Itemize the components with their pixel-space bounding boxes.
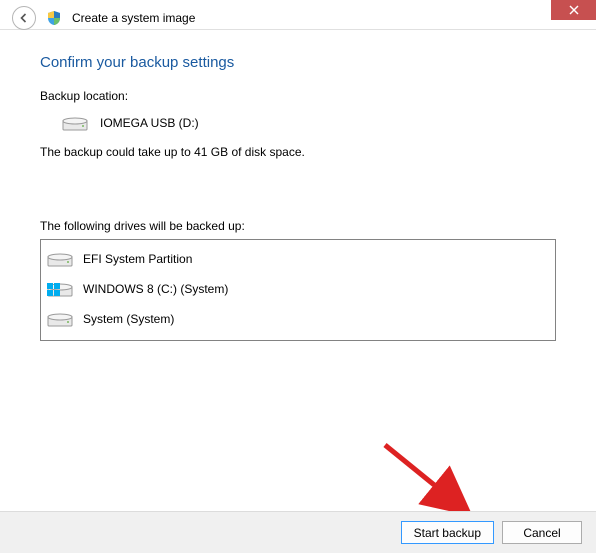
backup-location-row: IOMEGA USB (D:) — [40, 113, 556, 133]
drive-name: EFI System Partition — [83, 252, 192, 266]
window-title: Create a system image — [72, 11, 195, 25]
drives-list: EFI System Partition WINDOWS 8 (C:) (Sys… — [40, 239, 556, 341]
backup-location-value: IOMEGA USB (D:) — [100, 116, 199, 130]
start-backup-button[interactable]: Start backup — [401, 521, 494, 544]
hard-drive-icon — [62, 113, 88, 133]
wizard-content: Confirm your backup settings Backup loca… — [0, 30, 596, 341]
shield-icon — [46, 10, 62, 26]
list-item: EFI System Partition — [47, 244, 549, 274]
drive-name: System (System) — [83, 312, 174, 326]
page-heading: Confirm your backup settings — [40, 54, 556, 71]
hard-drive-icon — [47, 309, 73, 329]
list-item: System (System) — [47, 304, 549, 334]
wizard-footer: Start backup Cancel — [0, 511, 596, 553]
backup-location-label: Backup location: — [40, 89, 556, 103]
windows-drive-icon — [47, 279, 73, 299]
list-item: WINDOWS 8 (C:) (System) — [47, 274, 549, 304]
hard-drive-icon — [47, 249, 73, 269]
back-button[interactable] — [12, 6, 36, 30]
drive-name: WINDOWS 8 (C:) (System) — [83, 282, 228, 296]
arrow-left-icon — [18, 12, 30, 24]
close-button[interactable] — [551, 0, 596, 20]
titlebar: Create a system image — [0, 0, 596, 30]
space-note: The backup could take up to 41 GB of dis… — [40, 145, 556, 159]
cancel-button[interactable]: Cancel — [502, 521, 582, 544]
drives-list-label: The following drives will be backed up: — [40, 219, 556, 233]
close-icon — [569, 5, 579, 15]
